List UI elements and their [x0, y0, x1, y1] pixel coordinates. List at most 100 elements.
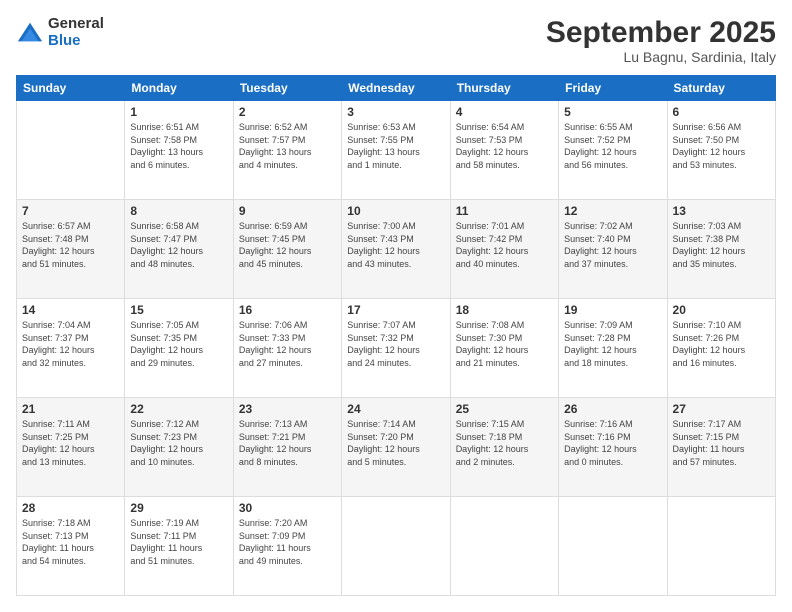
page: General Blue September 2025 Lu Bagnu, Sa…: [0, 0, 792, 612]
calendar-cell: 20Sunrise: 7:10 AMSunset: 7:26 PMDayligh…: [667, 299, 775, 398]
day-number: 9: [239, 204, 336, 218]
header-day-sunday: Sunday: [17, 76, 125, 101]
day-info: Sunrise: 7:09 AMSunset: 7:28 PMDaylight:…: [564, 319, 661, 369]
day-info: Sunrise: 7:04 AMSunset: 7:37 PMDaylight:…: [22, 319, 119, 369]
day-info: Sunrise: 7:00 AMSunset: 7:43 PMDaylight:…: [347, 220, 444, 270]
logo: General Blue: [16, 16, 104, 49]
calendar-cell: [17, 101, 125, 200]
week-row-3: 21 Sunrise: 7:11 AMSunset: 7:25 PMDayligh…: [17, 398, 776, 497]
calendar-cell: 7 Sunrise: 6:57 AMSunset: 7:48 PMDaylight…: [17, 200, 125, 299]
day-info: Sunrise: 7:15 AMSunset: 7:18 PMDaylight:…: [456, 418, 553, 468]
day-number: 18: [456, 303, 553, 317]
calendar-cell: 11 Sunrise: 7:01 AMSunset: 7:42 PMDayligh…: [450, 200, 558, 299]
calendar-cell: 30 Sunrise: 7:20 AMSunset: 7:09 PMDayligh…: [233, 497, 341, 596]
calendar-cell: 26 Sunrise: 7:16 AMSunset: 7:16 PMDayligh…: [559, 398, 667, 497]
calendar-cell: 22Sunrise: 7:12 AMSunset: 7:23 PMDayligh…: [125, 398, 233, 497]
calendar-cell: 17Sunrise: 7:07 AMSunset: 7:32 PMDayligh…: [342, 299, 450, 398]
calendar-cell: 3Sunrise: 6:53 AMSunset: 7:55 PMDaylight…: [342, 101, 450, 200]
calendar-table: SundayMondayTuesdayWednesdayThursdayFrid…: [16, 75, 776, 596]
calendar-cell: 6Sunrise: 6:56 AMSunset: 7:50 PMDaylight…: [667, 101, 775, 200]
day-number: 28: [22, 501, 119, 515]
day-info: Sunrise: 7:07 AMSunset: 7:32 PMDaylight:…: [347, 319, 444, 369]
day-number: 7: [22, 204, 119, 218]
day-number: 21: [22, 402, 119, 416]
calendar-cell: 23Sunrise: 7:13 AMSunset: 7:21 PMDayligh…: [233, 398, 341, 497]
day-number: 15: [130, 303, 227, 317]
calendar-cell: 27 Sunrise: 7:17 AMSunset: 7:15 PMDayligh…: [667, 398, 775, 497]
calendar-body: 1Sunrise: 6:51 AMSunset: 7:58 PMDaylight…: [17, 101, 776, 596]
day-info: Sunrise: 7:16 AMSunset: 7:16 PMDaylight:…: [564, 418, 661, 468]
calendar-cell: [559, 497, 667, 596]
day-info: Sunrise: 7:03 AMSunset: 7:38 PMDaylight:…: [673, 220, 770, 270]
calendar-cell: 19 Sunrise: 7:09 AMSunset: 7:28 PMDayligh…: [559, 299, 667, 398]
week-row-1: 7 Sunrise: 6:57 AMSunset: 7:48 PMDaylight…: [17, 200, 776, 299]
calendar-cell: 15Sunrise: 7:05 AMSunset: 7:35 PMDayligh…: [125, 299, 233, 398]
calendar-cell: 10 Sunrise: 7:00 AMSunset: 7:43 PMDayligh…: [342, 200, 450, 299]
week-row-4: 28Sunrise: 7:18 AMSunset: 7:13 PMDayligh…: [17, 497, 776, 596]
day-info: Sunrise: 6:58 AMSunset: 7:47 PMDaylight:…: [130, 220, 227, 270]
day-info: Sunrise: 6:56 AMSunset: 7:50 PMDaylight:…: [673, 121, 770, 171]
calendar-cell: 4 Sunrise: 6:54 AMSunset: 7:53 PMDaylight…: [450, 101, 558, 200]
day-number: 29: [130, 501, 227, 515]
calendar-cell: 21 Sunrise: 7:11 AMSunset: 7:25 PMDayligh…: [17, 398, 125, 497]
day-info: Sunrise: 6:57 AMSunset: 7:48 PMDaylight:…: [22, 220, 119, 270]
calendar-cell: 8 Sunrise: 6:58 AMSunset: 7:47 PMDaylight…: [125, 200, 233, 299]
calendar-cell: 25 Sunrise: 7:15 AMSunset: 7:18 PMDayligh…: [450, 398, 558, 497]
calendar-cell: 12Sunrise: 7:02 AMSunset: 7:40 PMDayligh…: [559, 200, 667, 299]
day-info: Sunrise: 7:10 AMSunset: 7:26 PMDaylight:…: [673, 319, 770, 369]
day-number: 8: [130, 204, 227, 218]
day-number: 30: [239, 501, 336, 515]
day-info: Sunrise: 6:54 AMSunset: 7:53 PMDaylight:…: [456, 121, 553, 171]
day-info: Sunrise: 7:02 AMSunset: 7:40 PMDaylight:…: [564, 220, 661, 270]
day-number: 5: [564, 105, 661, 119]
calendar-cell: 18 Sunrise: 7:08 AMSunset: 7:30 PMDayligh…: [450, 299, 558, 398]
day-number: 24: [347, 402, 444, 416]
week-row-0: 1Sunrise: 6:51 AMSunset: 7:58 PMDaylight…: [17, 101, 776, 200]
calendar-cell: 16Sunrise: 7:06 AMSunset: 7:33 PMDayligh…: [233, 299, 341, 398]
day-number: 11: [456, 204, 553, 218]
location: Lu Bagnu, Sardinia, Italy: [546, 49, 776, 65]
day-info: Sunrise: 6:55 AMSunset: 7:52 PMDaylight:…: [564, 121, 661, 171]
calendar-cell: 13Sunrise: 7:03 AMSunset: 7:38 PMDayligh…: [667, 200, 775, 299]
day-info: Sunrise: 7:12 AMSunset: 7:23 PMDaylight:…: [130, 418, 227, 468]
day-number: 10: [347, 204, 444, 218]
logo-icon: [16, 19, 44, 47]
calendar-cell: [342, 497, 450, 596]
day-info: Sunrise: 7:20 AMSunset: 7:09 PMDaylight:…: [239, 517, 336, 567]
day-info: Sunrise: 7:08 AMSunset: 7:30 PMDaylight:…: [456, 319, 553, 369]
calendar-cell: 29 Sunrise: 7:19 AMSunset: 7:11 PMDayligh…: [125, 497, 233, 596]
week-row-2: 14 Sunrise: 7:04 AMSunset: 7:37 PMDayligh…: [17, 299, 776, 398]
header: General Blue September 2025 Lu Bagnu, Sa…: [16, 16, 776, 65]
day-info: Sunrise: 7:11 AMSunset: 7:25 PMDaylight:…: [22, 418, 119, 468]
logo-general-text: General: [48, 16, 104, 33]
calendar-cell: 14 Sunrise: 7:04 AMSunset: 7:37 PMDayligh…: [17, 299, 125, 398]
logo-text: General Blue: [48, 16, 104, 49]
day-number: 14: [22, 303, 119, 317]
day-info: Sunrise: 7:19 AMSunset: 7:11 PMDaylight:…: [130, 517, 227, 567]
day-number: 3: [347, 105, 444, 119]
day-number: 27: [673, 402, 770, 416]
calendar-cell: [450, 497, 558, 596]
day-number: 4: [456, 105, 553, 119]
logo-blue-text: Blue: [48, 33, 104, 50]
day-info: Sunrise: 7:01 AMSunset: 7:42 PMDaylight:…: [456, 220, 553, 270]
header-day-tuesday: Tuesday: [233, 76, 341, 101]
calendar-cell: 9 Sunrise: 6:59 AMSunset: 7:45 PMDaylight…: [233, 200, 341, 299]
calendar-cell: [667, 497, 775, 596]
header-day-saturday: Saturday: [667, 76, 775, 101]
day-info: Sunrise: 7:06 AMSunset: 7:33 PMDaylight:…: [239, 319, 336, 369]
calendar-cell: 1Sunrise: 6:51 AMSunset: 7:58 PMDaylight…: [125, 101, 233, 200]
header-day-wednesday: Wednesday: [342, 76, 450, 101]
calendar-cell: 24Sunrise: 7:14 AMSunset: 7:20 PMDayligh…: [342, 398, 450, 497]
day-info: Sunrise: 7:17 AMSunset: 7:15 PMDaylight:…: [673, 418, 770, 468]
day-number: 26: [564, 402, 661, 416]
header-row: SundayMondayTuesdayWednesdayThursdayFrid…: [17, 76, 776, 101]
month-title: September 2025: [546, 16, 776, 49]
day-info: Sunrise: 6:59 AMSunset: 7:45 PMDaylight:…: [239, 220, 336, 270]
day-number: 23: [239, 402, 336, 416]
day-number: 2: [239, 105, 336, 119]
day-number: 19: [564, 303, 661, 317]
day-number: 25: [456, 402, 553, 416]
day-number: 1: [130, 105, 227, 119]
title-block: September 2025 Lu Bagnu, Sardinia, Italy: [546, 16, 776, 65]
